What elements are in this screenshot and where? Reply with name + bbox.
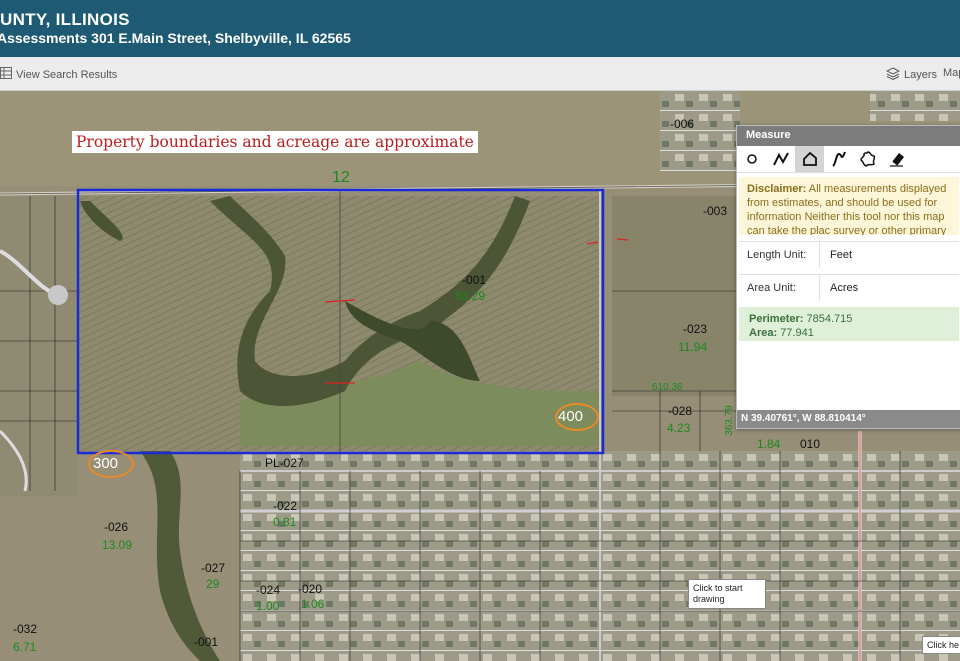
dimension-label: 363.79 — [723, 405, 735, 436]
layers-stack-icon — [885, 67, 901, 83]
view-search-results-button[interactable]: View Search Results — [0, 67, 117, 82]
table-grid-icon — [0, 67, 12, 82]
parcel-id: -032 — [13, 622, 38, 636]
county-title: UNTY, ILLINOIS — [0, 10, 130, 29]
section-label: 400 — [558, 408, 584, 425]
office-address: Assessments 301 E.Main Street, Shelbyvil… — [0, 30, 351, 46]
polyline-icon — [772, 152, 789, 166]
parcel-id: -024 — [256, 583, 281, 597]
start-drawing-tooltip: Click to start drawing — [688, 579, 766, 609]
freehand-polygon-tool-button[interactable] — [853, 146, 882, 172]
measure-tools — [737, 146, 960, 173]
layers-button[interactable]: Layers — [885, 67, 938, 83]
parcel-id: -026 — [104, 520, 129, 534]
parcel-acres: 83.29 — [455, 289, 486, 303]
perimeter-value: 7854.715 — [806, 313, 853, 325]
parcel-acres: 1.00 — [256, 599, 280, 613]
freehand-line-icon — [831, 151, 846, 167]
parcel-acres: 6.71 — [13, 640, 37, 654]
area-label: Area: — [749, 327, 778, 339]
area-unit-row: Area Unit: Acres — [739, 274, 959, 301]
parcel-id: -028 — [668, 404, 693, 418]
freehand-polygon-icon — [859, 151, 875, 167]
perimeter-label: Perimeter: — [749, 313, 804, 325]
help-tooltip: Click he — [922, 636, 960, 654]
length-unit-row: Length Unit: Feet — [739, 241, 959, 268]
parcel-acres: 11.94 — [678, 340, 708, 354]
road-label: 12 — [332, 169, 350, 186]
polyline-tool-button[interactable] — [766, 146, 795, 172]
measure-disclaimer: Disclaimer: All measurements displayed f… — [739, 177, 959, 235]
polygon-icon — [802, 151, 817, 166]
parcel-acres: 4.23 — [667, 421, 691, 435]
maps-button[interactable]: Map — [943, 67, 960, 79]
view-search-results-label: View Search Results — [16, 68, 118, 81]
circle-tool-button[interactable] — [737, 146, 766, 172]
measure-panel: Measure Disclaimer: All measurements dis… — [736, 125, 960, 429]
parcel-id: 010 — [800, 437, 821, 451]
measurement-result: Perimeter: 7854.715 Area: 77.941 — [739, 307, 959, 341]
layers-label: Layers — [904, 69, 938, 81]
disclaimer-label: Disclaimer: — [747, 183, 807, 195]
polygon-tool-button[interactable] — [795, 146, 824, 172]
eraser-icon — [889, 153, 904, 167]
parcel-acres: 29 — [206, 577, 220, 591]
parcel-acres: 0.81 — [273, 515, 297, 529]
dimension-label: 610.36 — [652, 382, 683, 393]
parcel-id: -027 — [201, 561, 226, 575]
parcel-id: -003 — [703, 204, 728, 218]
toolbar: View Search Results Layers Map — [0, 57, 960, 91]
parcel-acres: 1.06 — [301, 597, 325, 611]
parcel-id: PL-027 — [265, 456, 304, 470]
area-value: 77.941 — [780, 327, 814, 339]
parcel-acres: 1.84 — [757, 437, 781, 451]
length-unit-select[interactable]: Feet — [820, 249, 852, 261]
measure-panel-title: Measure — [737, 126, 960, 146]
section-label: 300 — [93, 455, 119, 472]
cursor-coordinates: N 39.40761°, W 88.810414° — [737, 410, 960, 428]
parcel-id: -006 — [670, 117, 695, 131]
parcel-id: -001 — [462, 273, 487, 287]
circle-icon — [746, 154, 757, 164]
eraser-tool-button[interactable] — [882, 146, 911, 172]
freehand-line-tool-button[interactable] — [824, 146, 853, 172]
parcel-id: -022 — [273, 499, 298, 513]
area-unit-label: Area Unit: — [739, 275, 820, 301]
parcel-id: -001 — [194, 635, 219, 649]
length-unit-label: Length Unit: — [739, 242, 820, 268]
app-header: UNTY, ILLINOIS Assessments 301 E.Main St… — [0, 0, 960, 57]
parcel-id: -020 — [298, 582, 323, 596]
parcel-acres: 13.09 — [102, 538, 133, 552]
parcel-id: -023 — [683, 322, 708, 336]
approximate-boundaries-notice: Property boundaries and acreage are appr… — [72, 131, 478, 153]
area-unit-select[interactable]: Acres — [820, 282, 858, 294]
